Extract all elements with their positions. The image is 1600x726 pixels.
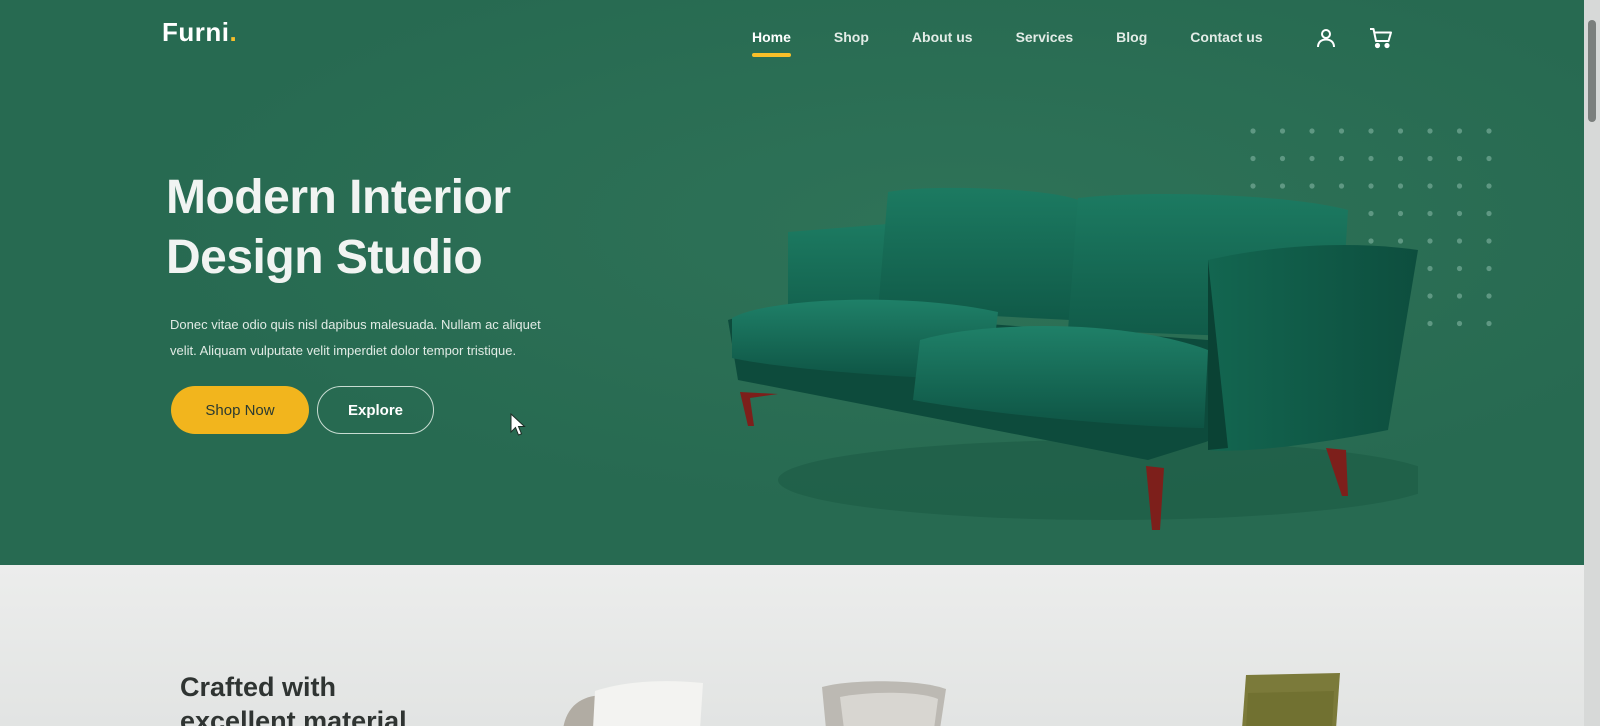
brand-dot: . (229, 17, 238, 47)
main-nav: Home Shop About us Services Blog Contact… (752, 29, 1306, 57)
hero-title-line2: Design Studio (166, 231, 483, 284)
hero-title: Modern Interior Design Studio (166, 168, 606, 288)
brand-logo[interactable]: Furni. (162, 17, 237, 48)
shop-now-button[interactable]: Shop Now (171, 386, 309, 434)
nav-item-home[interactable]: Home (752, 29, 791, 57)
browser-viewport: Furni. Home Shop About us Services Blog … (0, 0, 1600, 726)
user-icon[interactable] (1313, 25, 1339, 51)
section-heading: Crafted with excellent material. (180, 670, 480, 726)
nav-item-contact[interactable]: Contact us (1190, 29, 1262, 45)
products-section: Crafted with excellent material. (0, 565, 1584, 726)
nav-item-about[interactable]: About us (912, 29, 973, 45)
nav-item-shop[interactable]: Shop (834, 29, 869, 45)
vertical-scrollbar[interactable] (1584, 0, 1600, 726)
section-heading-line2: excellent material. (180, 706, 415, 726)
nav-item-blog[interactable]: Blog (1116, 29, 1147, 45)
hero-description: Donec vitae odio quis nisl dapibus males… (170, 312, 590, 364)
green-chair-image[interactable] (1240, 673, 1344, 726)
cart-icon[interactable] (1368, 25, 1394, 51)
explore-button[interactable]: Explore (317, 386, 434, 434)
mouse-cursor-icon (510, 413, 526, 436)
section-heading-line1: Crafted with (180, 672, 337, 702)
armchair-image[interactable] (820, 677, 950, 726)
hero-description-line1: Donec vitae odio quis nisl dapibus males… (170, 317, 541, 332)
scrollbar-thumb[interactable] (1588, 20, 1596, 122)
brand-name: Furni (162, 17, 230, 47)
hero-section: Furni. Home Shop About us Services Blog … (0, 0, 1584, 565)
hero-title-line1: Modern Interior (166, 171, 511, 224)
nav-item-services[interactable]: Services (1016, 29, 1074, 45)
hero-description-line2: velit. Aliquam vulputate velit imperdiet… (170, 343, 517, 358)
chair-image[interactable] (555, 673, 705, 726)
sofa-image (728, 187, 1418, 530)
